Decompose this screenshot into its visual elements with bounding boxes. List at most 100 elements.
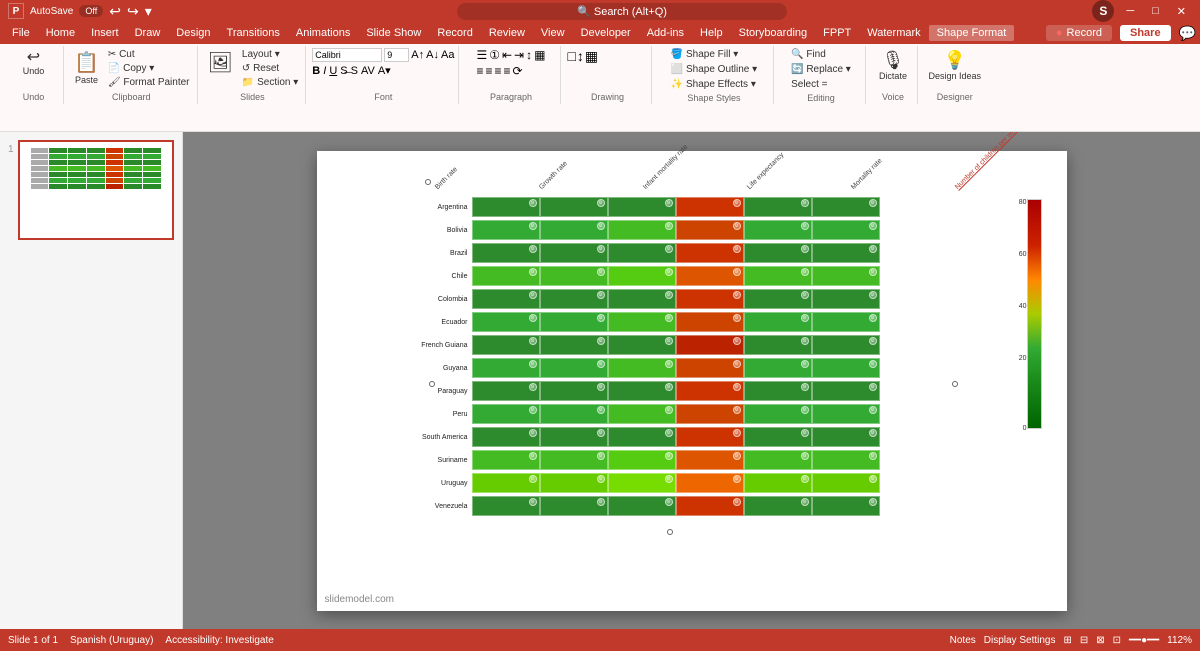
handle-r[interactable] [952, 381, 958, 387]
heat-cell[interactable]: ⚙ [744, 450, 812, 470]
char-spacing-btn[interactable]: AV [361, 65, 375, 77]
heat-cell[interactable]: ⚙ [472, 266, 540, 286]
menu-developer[interactable]: Developer [573, 25, 639, 41]
shape-effects-btn[interactable]: ✨ Shape Effects ▾ [668, 78, 759, 91]
heat-cell[interactable]: ⚙ [472, 358, 540, 378]
bullets-btn[interactable]: ☰ [476, 48, 487, 62]
heat-cell[interactable]: ⚙ [608, 404, 676, 424]
heat-cell[interactable]: ⚙ [540, 450, 608, 470]
heat-cell[interactable]: ⚙ [472, 496, 540, 516]
heat-cell[interactable]: ⚙ [676, 312, 744, 332]
align-right-btn[interactable]: ≡ [494, 64, 501, 78]
heat-cell[interactable]: ⚙ [540, 404, 608, 424]
heat-cell[interactable]: ⚙ [676, 220, 744, 240]
align-center-btn[interactable]: ≡ [485, 64, 492, 78]
heat-cell[interactable]: ⚙ [812, 473, 880, 493]
font-size-input[interactable] [384, 48, 409, 62]
shape-outline-btn[interactable]: ⬜ Shape Outline ▾ [668, 63, 760, 76]
heat-cell[interactable]: ⚙ [812, 197, 880, 217]
heat-cell[interactable]: ⚙ [676, 496, 744, 516]
menu-shapeformat[interactable]: Shape Format [929, 25, 1015, 41]
heat-cell[interactable]: ⚙ [472, 312, 540, 332]
redo-btn[interactable]: ↪ [127, 3, 139, 20]
heat-cell[interactable]: ⚙ [608, 335, 676, 355]
heat-cell[interactable]: ⚙ [812, 266, 880, 286]
heat-cell[interactable]: ⚙ [744, 197, 812, 217]
heat-cell[interactable]: ⚙ [676, 289, 744, 309]
layout-btn[interactable]: Layout ▾ [239, 48, 301, 61]
heat-cell[interactable]: ⚙ [472, 289, 540, 309]
menu-watermark[interactable]: Watermark [859, 25, 928, 41]
menu-draw[interactable]: Draw [127, 25, 169, 41]
columns-btn[interactable]: ▦ [534, 48, 545, 62]
undo-ribbon-btn[interactable]: ↩ Undo [19, 48, 49, 78]
zoom-level[interactable]: 112% [1167, 635, 1192, 646]
heat-cell[interactable]: ⚙ [744, 335, 812, 355]
autosave-toggle[interactable]: Off [79, 5, 103, 17]
find-btn[interactable]: 🔍 Find [788, 48, 829, 61]
heat-cell[interactable]: ⚙ [676, 473, 744, 493]
menu-insert[interactable]: Insert [83, 25, 127, 41]
menu-design[interactable]: Design [168, 25, 218, 41]
strikethrough-btn[interactable]: S̶ [340, 65, 347, 77]
increase-indent-btn[interactable]: ⇥ [514, 48, 524, 62]
heat-cell[interactable]: ⚙ [676, 197, 744, 217]
menu-record[interactable]: Record [429, 25, 480, 41]
arrange-btn[interactable]: ↕ [577, 48, 584, 65]
align-left-btn[interactable]: ≡ [476, 64, 483, 78]
presenter-view-btn[interactable]: ⊡ [1113, 635, 1121, 646]
font-color-btn[interactable]: A▾ [378, 64, 391, 77]
heat-cell[interactable]: ⚙ [744, 220, 812, 240]
heat-cell[interactable]: ⚙ [744, 381, 812, 401]
zoom-slider[interactable]: ━━●━━ [1129, 635, 1159, 646]
decrease-indent-btn[interactable]: ⇤ [502, 48, 512, 62]
heat-cell[interactable]: ⚙ [812, 496, 880, 516]
slide-thumbnail[interactable] [18, 140, 174, 240]
heat-cell[interactable]: ⚙ [608, 197, 676, 217]
heat-cell[interactable]: ⚙ [608, 243, 676, 263]
heat-cell[interactable]: ⚙ [472, 473, 540, 493]
menu-animations[interactable]: Animations [288, 25, 358, 41]
menu-fppt[interactable]: FPPT [815, 25, 859, 41]
text-direction-btn[interactable]: ↕ [526, 48, 532, 62]
heat-cell[interactable]: ⚙ [744, 496, 812, 516]
heat-cell[interactable]: ⚙ [676, 243, 744, 263]
bold-btn[interactable]: B [312, 65, 320, 77]
heat-cell[interactable]: ⚙ [540, 243, 608, 263]
heat-cell[interactable]: ⚙ [540, 335, 608, 355]
heat-cell[interactable]: ⚙ [540, 312, 608, 332]
shape-fill-btn[interactable]: 🪣 Shape Fill ▾ [668, 48, 742, 61]
heat-cell[interactable]: ⚙ [744, 243, 812, 263]
toolbar-customize[interactable]: ▾ [145, 3, 152, 20]
design-ideas-btn[interactable]: 💡 Design Ideas [924, 48, 985, 83]
shape-btn[interactable]: □ [567, 48, 575, 65]
heat-cell[interactable]: ⚙ [744, 427, 812, 447]
heat-cell[interactable]: ⚙ [812, 243, 880, 263]
heat-cell[interactable]: ⚙ [540, 427, 608, 447]
heat-cell[interactable]: ⚙ [472, 427, 540, 447]
heat-cell[interactable]: ⚙ [676, 427, 744, 447]
minimize-btn[interactable]: ─ [1120, 3, 1140, 19]
menu-addins[interactable]: Add-ins [639, 25, 692, 41]
font-shrink-btn[interactable]: A↓ [426, 49, 439, 61]
select-btn[interactable]: Select = [788, 78, 830, 91]
heat-cell[interactable]: ⚙ [608, 358, 676, 378]
heat-cell[interactable]: ⚙ [608, 220, 676, 240]
justify-btn[interactable]: ≡ [504, 64, 511, 78]
section-btn[interactable]: 📁 Section ▾ [239, 76, 301, 89]
slide-panel[interactable]: 1 [0, 132, 183, 629]
menu-help[interactable]: Help [692, 25, 731, 41]
handle-bm[interactable] [667, 529, 673, 535]
shadow-btn[interactable]: S [351, 65, 358, 77]
heat-cell[interactable]: ⚙ [608, 450, 676, 470]
dictate-btn[interactable]: 🎙 Dictate [875, 48, 911, 83]
italic-btn[interactable]: I [323, 65, 326, 77]
accessibility[interactable]: Accessibility: Investigate [165, 635, 273, 646]
heat-cell[interactable]: ⚙ [812, 220, 880, 240]
menu-view[interactable]: View [533, 25, 573, 41]
menu-slideshow[interactable]: Slide Show [358, 25, 429, 41]
underline-btn[interactable]: U [329, 65, 337, 77]
heatmap-wrapper[interactable]: Birth rate Growth rate Infant mortality … [387, 196, 1012, 526]
copy-btn[interactable]: 📄 Copy ▾ [105, 62, 193, 75]
heat-cell[interactable]: ⚙ [540, 381, 608, 401]
